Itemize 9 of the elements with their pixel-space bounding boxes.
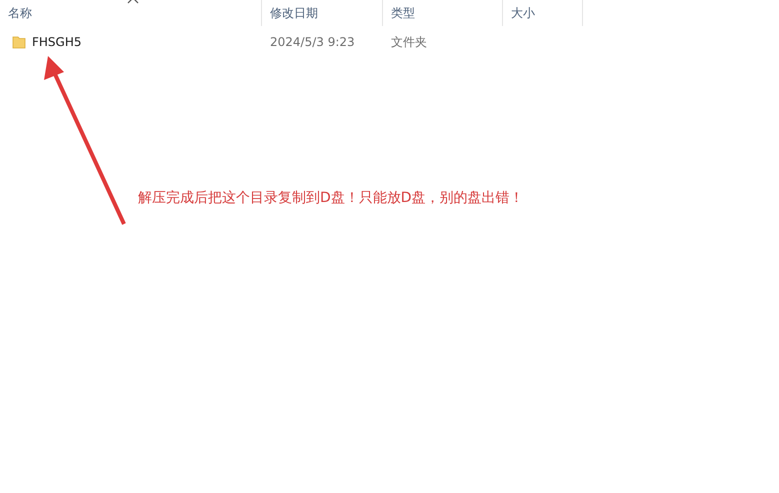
annotation-text: 解压完成后把这个目录复制到D盘！只能放D盘，别的盘出错！ bbox=[138, 189, 524, 208]
folder-icon bbox=[12, 35, 26, 49]
file-name[interactable]: FHSGH5 bbox=[32, 33, 82, 51]
column-header[interactable]: 名称 bbox=[0, 0, 262, 26]
file-type: 文件夹 bbox=[390, 34, 428, 51]
column-header[interactable]: 大小 bbox=[503, 0, 583, 26]
modified-date: 2024/5/3 9:23 bbox=[269, 34, 356, 51]
column-header[interactable]: 类型 bbox=[383, 0, 503, 26]
column-header[interactable]: 修改日期 bbox=[262, 0, 383, 26]
